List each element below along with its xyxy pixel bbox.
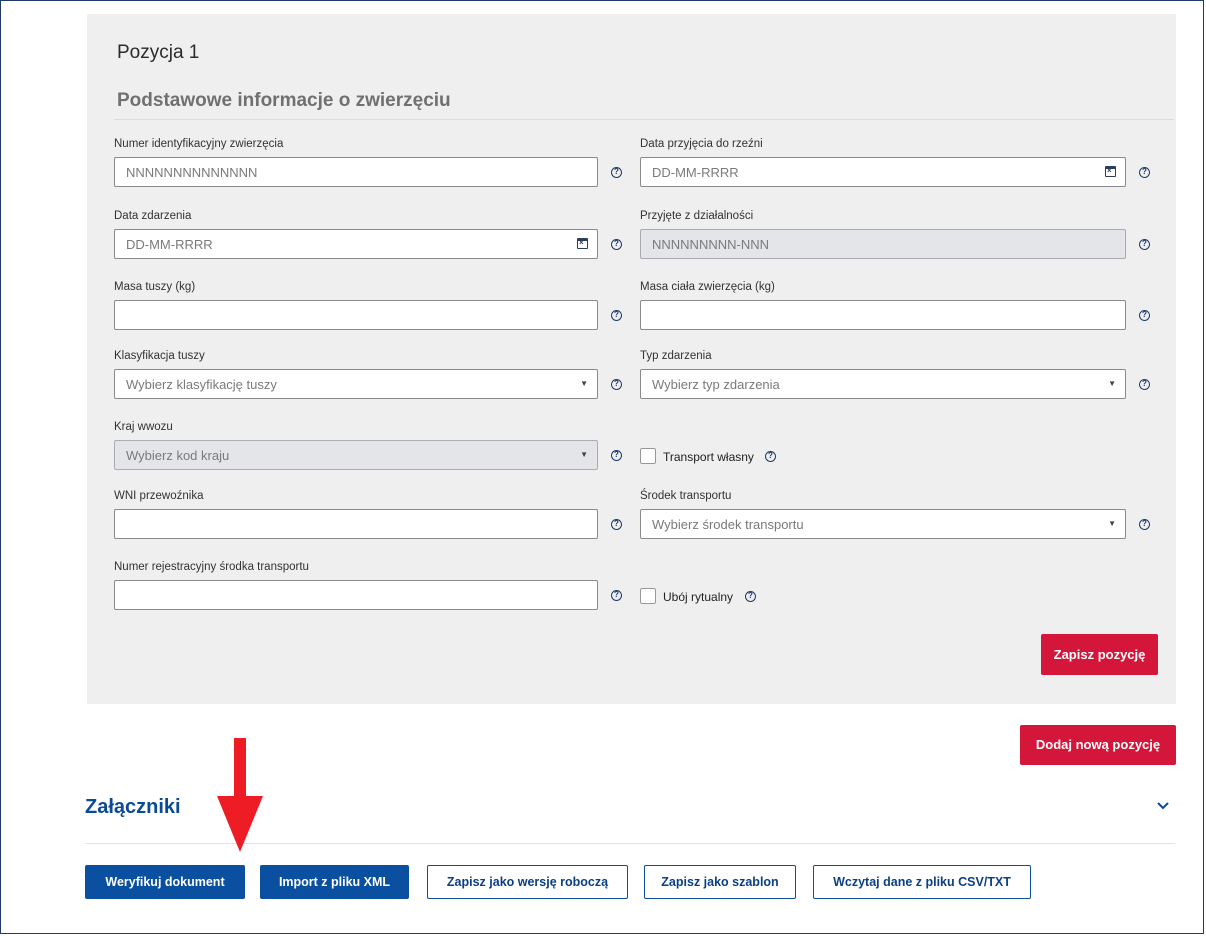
verify-document-button[interactable]: Weryfikuj dokument [85, 865, 245, 899]
import-country-select: Wybierz kod kraju ▼ [114, 440, 598, 470]
event-type-placeholder: Wybierz typ zdarzenia [652, 377, 780, 392]
ritual-slaughter-checkbox[interactable] [640, 588, 656, 604]
transport-means-select[interactable]: Wybierz środek transportu ▼ [640, 509, 1126, 539]
event-date-placeholder: DD-MM-RRRR [126, 237, 213, 252]
calendar-icon[interactable] [577, 238, 588, 249]
calendar-icon[interactable] [1105, 166, 1116, 177]
animal-id-placeholder: NNNNNNNNNNNNNN [126, 165, 258, 180]
caret-down-icon: ▼ [1108, 519, 1116, 528]
slaughter-date-placeholder: DD-MM-RRRR [652, 165, 739, 180]
position-title: Pozycja 1 [117, 42, 200, 63]
animal-id-label: Numer identyfikacyjny zwierzęcia [114, 138, 284, 150]
registration-label: Numer rejestracyjny środka transportu [114, 561, 309, 573]
own-transport-label: Transport własny [663, 450, 754, 464]
import-xml-button[interactable]: Import z pliku XML [260, 865, 409, 899]
event-type-select[interactable]: Wybierz typ zdarzenia ▼ [640, 369, 1126, 399]
body-mass-help-icon[interactable]: ? [1139, 310, 1150, 321]
save-position-button[interactable]: Zapisz pozycję [1041, 634, 1158, 675]
carrier-wni-help-icon[interactable]: ? [611, 519, 622, 530]
animal-id-input[interactable]: NNNNNNNNNNNNNN [114, 157, 598, 187]
carcass-class-help-icon[interactable]: ? [611, 379, 622, 390]
body-mass-input[interactable] [640, 300, 1126, 330]
animal-id-help-icon[interactable]: ? [611, 167, 622, 178]
import-country-placeholder: Wybierz kod kraju [126, 448, 230, 463]
carcass-class-placeholder: Wybierz klasyfikację tuszy [126, 377, 277, 392]
accepted-from-help-icon[interactable]: ? [1139, 239, 1150, 250]
event-type-help-icon[interactable]: ? [1139, 379, 1150, 390]
chevron-down-icon[interactable] [1153, 796, 1173, 816]
import-country-label: Kraj wwozu [114, 421, 173, 433]
red-arrow-annotation [217, 738, 263, 852]
transport-means-label: Środek transportu [640, 490, 732, 502]
section-title: Podstawowe informacje o zwierzęciu [117, 90, 451, 111]
add-position-button[interactable]: Dodaj nową pozycję [1020, 725, 1176, 765]
load-csv-button[interactable]: Wczytaj dane z pliku CSV/TXT [813, 865, 1031, 899]
carrier-wni-input[interactable] [114, 509, 598, 539]
accepted-from-placeholder: NNNNNNNNN-NNN [652, 237, 769, 252]
own-transport-help-icon[interactable]: ? [765, 451, 776, 462]
transport-means-placeholder: Wybierz środek transportu [652, 517, 804, 532]
slaughter-date-help-icon[interactable]: ? [1139, 167, 1150, 178]
carcass-mass-help-icon[interactable]: ? [611, 310, 622, 321]
ritual-slaughter-help-icon[interactable]: ? [745, 591, 756, 602]
save-draft-button[interactable]: Zapisz jako wersję roboczą [427, 865, 628, 899]
caret-down-icon: ▼ [1108, 379, 1116, 388]
carcass-mass-label: Masa tuszy (kg) [114, 281, 196, 293]
caret-down-icon: ▼ [580, 379, 588, 388]
section-divider [114, 119, 1174, 120]
save-template-button[interactable]: Zapisz jako szablon [644, 865, 796, 899]
registration-help-icon[interactable]: ? [611, 590, 622, 601]
transport-means-help-icon[interactable]: ? [1139, 519, 1150, 530]
carcass-class-select[interactable]: Wybierz klasyfikację tuszy ▼ [114, 369, 598, 399]
accepted-from-label: Przyjęte z działalności [640, 210, 754, 222]
event-type-label: Typ zdarzenia [640, 350, 712, 362]
event-date-help-icon[interactable]: ? [611, 239, 622, 250]
carcass-class-label: Klasyfikacja tuszy [114, 350, 205, 362]
import-country-help-icon[interactable]: ? [611, 450, 622, 461]
own-transport-checkbox[interactable] [640, 448, 656, 464]
carrier-wni-label: WNI przewoźnika [114, 490, 204, 502]
registration-input[interactable] [114, 580, 598, 610]
carcass-mass-input[interactable] [114, 300, 598, 330]
slaughter-date-input[interactable]: DD-MM-RRRR [640, 157, 1126, 187]
slaughter-date-label: Data przyjęcia do rzeźni [640, 138, 763, 150]
caret-down-icon: ▼ [580, 450, 588, 459]
event-date-input[interactable]: DD-MM-RRRR [114, 229, 598, 259]
body-mass-label: Masa ciała zwierzęcia (kg) [640, 281, 775, 293]
attachments-title: Załączniki [85, 796, 181, 818]
event-date-label: Data zdarzenia [114, 210, 192, 222]
ritual-slaughter-label: Ubój rytualny [663, 590, 734, 604]
accepted-from-input: NNNNNNNNN-NNN [640, 229, 1126, 259]
